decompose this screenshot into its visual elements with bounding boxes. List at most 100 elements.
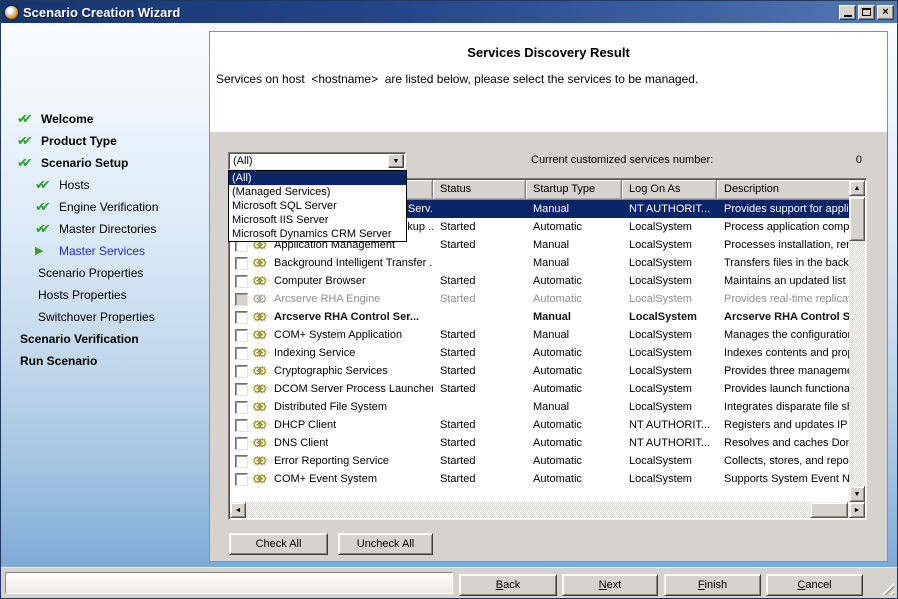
wizard-step-label: Scenario Properties [38, 266, 143, 280]
service-desc: Resolves and caches Domain N [717, 437, 851, 449]
service-status: Started [433, 419, 526, 431]
service-checkbox[interactable] [235, 473, 248, 486]
triangle-down-icon: ▼ [854, 491, 861, 498]
uncheck-all-label: Uncheck All [339, 538, 432, 550]
service-checkbox[interactable] [235, 329, 248, 342]
service-logon: NT AUTHORIT... [622, 203, 717, 215]
service-row[interactable]: ⚙⚙Indexing ServiceStartedAutomaticLocalS… [230, 344, 851, 362]
service-checkbox[interactable] [235, 383, 248, 396]
dropdown-option[interactable]: (All) [229, 171, 406, 185]
close-icon: × [882, 7, 888, 18]
service-status: Started [433, 473, 526, 485]
service-status: Started [433, 347, 526, 359]
column-header-status[interactable]: Status [433, 180, 526, 200]
service-row[interactable]: ⚙⚙Arcserve RHA Control Ser...ManualLocal… [230, 308, 851, 326]
service-checkbox[interactable] [235, 311, 248, 324]
service-gears-icon: ⚙⚙ [252, 311, 272, 323]
service-startup: Automatic [526, 365, 622, 377]
service-desc: Maintains an updated list of com [717, 275, 851, 287]
service-logon: LocalSystem [622, 257, 717, 269]
service-startup: Automatic [526, 473, 622, 485]
service-logon: LocalSystem [622, 239, 717, 251]
service-startup: Manual [526, 311, 622, 323]
service-checkbox[interactable] [235, 401, 248, 414]
scroll-up-button[interactable]: ▲ [849, 180, 865, 196]
service-row[interactable]: ⚙⚙Arcserve RHA EngineStartedAutomaticLoc… [230, 290, 851, 308]
service-name: Background Intelligent Transfer ... [274, 257, 433, 269]
wizard-step-label: Hosts Properties [38, 288, 127, 302]
service-row[interactable]: ⚙⚙DNS ClientStartedAutomaticNT AUTHORIT.… [230, 434, 851, 452]
service-gears-icon: ⚙⚙ [252, 329, 272, 341]
filter-dropdown-list[interactable]: (All)(Managed Services)Microsoft SQL Ser… [228, 170, 407, 242]
combobox-dropdown-button[interactable]: ▼ [388, 154, 404, 168]
horizontal-scroll-thumb[interactable] [810, 502, 848, 518]
service-gears-icon: ⚙⚙ [252, 257, 272, 269]
service-startup: Automatic [526, 419, 622, 431]
service-row[interactable]: ⚙⚙Distributed File SystemManualLocalSyst… [230, 398, 851, 416]
wizard-step-label: Scenario Setup [41, 156, 128, 170]
service-rows: ⚙⚙Application Layer Gateway Serv...Manua… [230, 200, 851, 488]
finish-button[interactable]: Finish [664, 574, 761, 596]
service-checkbox[interactable] [235, 257, 248, 270]
service-row[interactable]: ⚙⚙COM+ System ApplicationStartedManualLo… [230, 326, 851, 344]
service-checkbox[interactable] [235, 275, 248, 288]
service-row[interactable]: ⚙⚙Computer BrowserStartedAutomaticLocalS… [230, 272, 851, 290]
service-status: Started [433, 437, 526, 449]
column-header-startup-type[interactable]: Startup Type [526, 180, 622, 200]
scroll-down-button[interactable]: ▼ [849, 486, 865, 502]
column-header-log-on-as[interactable]: Log On As [622, 180, 717, 200]
dropdown-option[interactable]: Microsoft IIS Server [229, 213, 406, 227]
cancel-button[interactable]: Cancel [766, 574, 863, 596]
service-name: Computer Browser [274, 275, 366, 287]
service-row[interactable]: ⚙⚙COM+ Event SystemStartedAutomaticLocal… [230, 470, 851, 488]
wizard-step: ▶Master Services [3, 240, 208, 262]
service-checkbox[interactable] [235, 419, 248, 432]
service-checkbox[interactable] [235, 347, 248, 360]
service-logon: LocalSystem [622, 275, 717, 287]
service-checkbox [235, 293, 248, 306]
service-checkbox[interactable] [235, 455, 248, 468]
back-button[interactable]: Back [459, 574, 557, 596]
maximize-icon [862, 8, 871, 16]
dropdown-option[interactable]: (Managed Services) [229, 185, 406, 199]
service-row[interactable]: ⚙⚙Background Intelligent Transfer ... Man… [230, 254, 851, 272]
next-button[interactable]: Next [562, 574, 658, 596]
service-name: DCOM Server Process Launcher [274, 383, 433, 395]
vertical-scroll-thumb[interactable] [849, 197, 865, 241]
scroll-left-button[interactable]: ◄ [230, 502, 246, 518]
check-all-button[interactable]: Check All [229, 533, 328, 555]
service-name: Error Reporting Service [274, 455, 389, 467]
column-header-description[interactable]: Description [717, 180, 851, 200]
close-button[interactable]: × [877, 5, 894, 20]
service-checkbox[interactable] [235, 365, 248, 378]
service-startup: Automatic [526, 275, 622, 287]
horizontal-scrollbar[interactable]: ◄ ► [230, 502, 865, 518]
service-row[interactable]: ⚙⚙Error Reporting ServiceStartedAutomati… [230, 452, 851, 470]
service-startup: Manual [526, 239, 622, 251]
maximize-button[interactable] [858, 5, 875, 20]
dropdown-option[interactable]: Microsoft Dynamics CRM Server [229, 227, 406, 241]
service-startup: Manual [526, 329, 622, 341]
service-row[interactable]: ⚙⚙DCOM Server Process LauncherStartedAut… [230, 380, 851, 398]
titlebar[interactable]: Scenario Creation Wizard × [1, 1, 897, 23]
resize-grip[interactable] [881, 582, 894, 595]
service-startup: Manual [526, 257, 622, 269]
dropdown-option[interactable]: Microsoft SQL Server [229, 199, 406, 213]
service-status: Started [433, 221, 526, 233]
green-check-icon: ✔✔ [17, 112, 41, 126]
vertical-scrollbar[interactable]: ▲ ▼ [849, 180, 865, 502]
combobox-value: (All) [233, 155, 253, 167]
minimize-button[interactable] [839, 5, 856, 20]
service-filter-combobox[interactable]: (All) ▼ [228, 152, 406, 170]
uncheck-all-button[interactable]: Uncheck All [338, 533, 433, 555]
service-checkbox[interactable] [235, 437, 248, 450]
service-status: Started [433, 329, 526, 341]
scroll-right-button[interactable]: ► [849, 502, 865, 518]
wizard-step: ✔✔Master Directories [3, 218, 208, 240]
service-row[interactable]: ⚙⚙DHCP ClientStartedAutomaticNT AUTHORIT… [230, 416, 851, 434]
service-desc: Manages the configuration and [717, 329, 851, 341]
service-gears-icon: ⚙⚙ [252, 293, 272, 305]
service-row[interactable]: ⚙⚙Cryptographic ServicesStartedAutomatic… [230, 362, 851, 380]
service-logon: LocalSystem [622, 347, 717, 359]
service-startup: Manual [526, 401, 622, 413]
